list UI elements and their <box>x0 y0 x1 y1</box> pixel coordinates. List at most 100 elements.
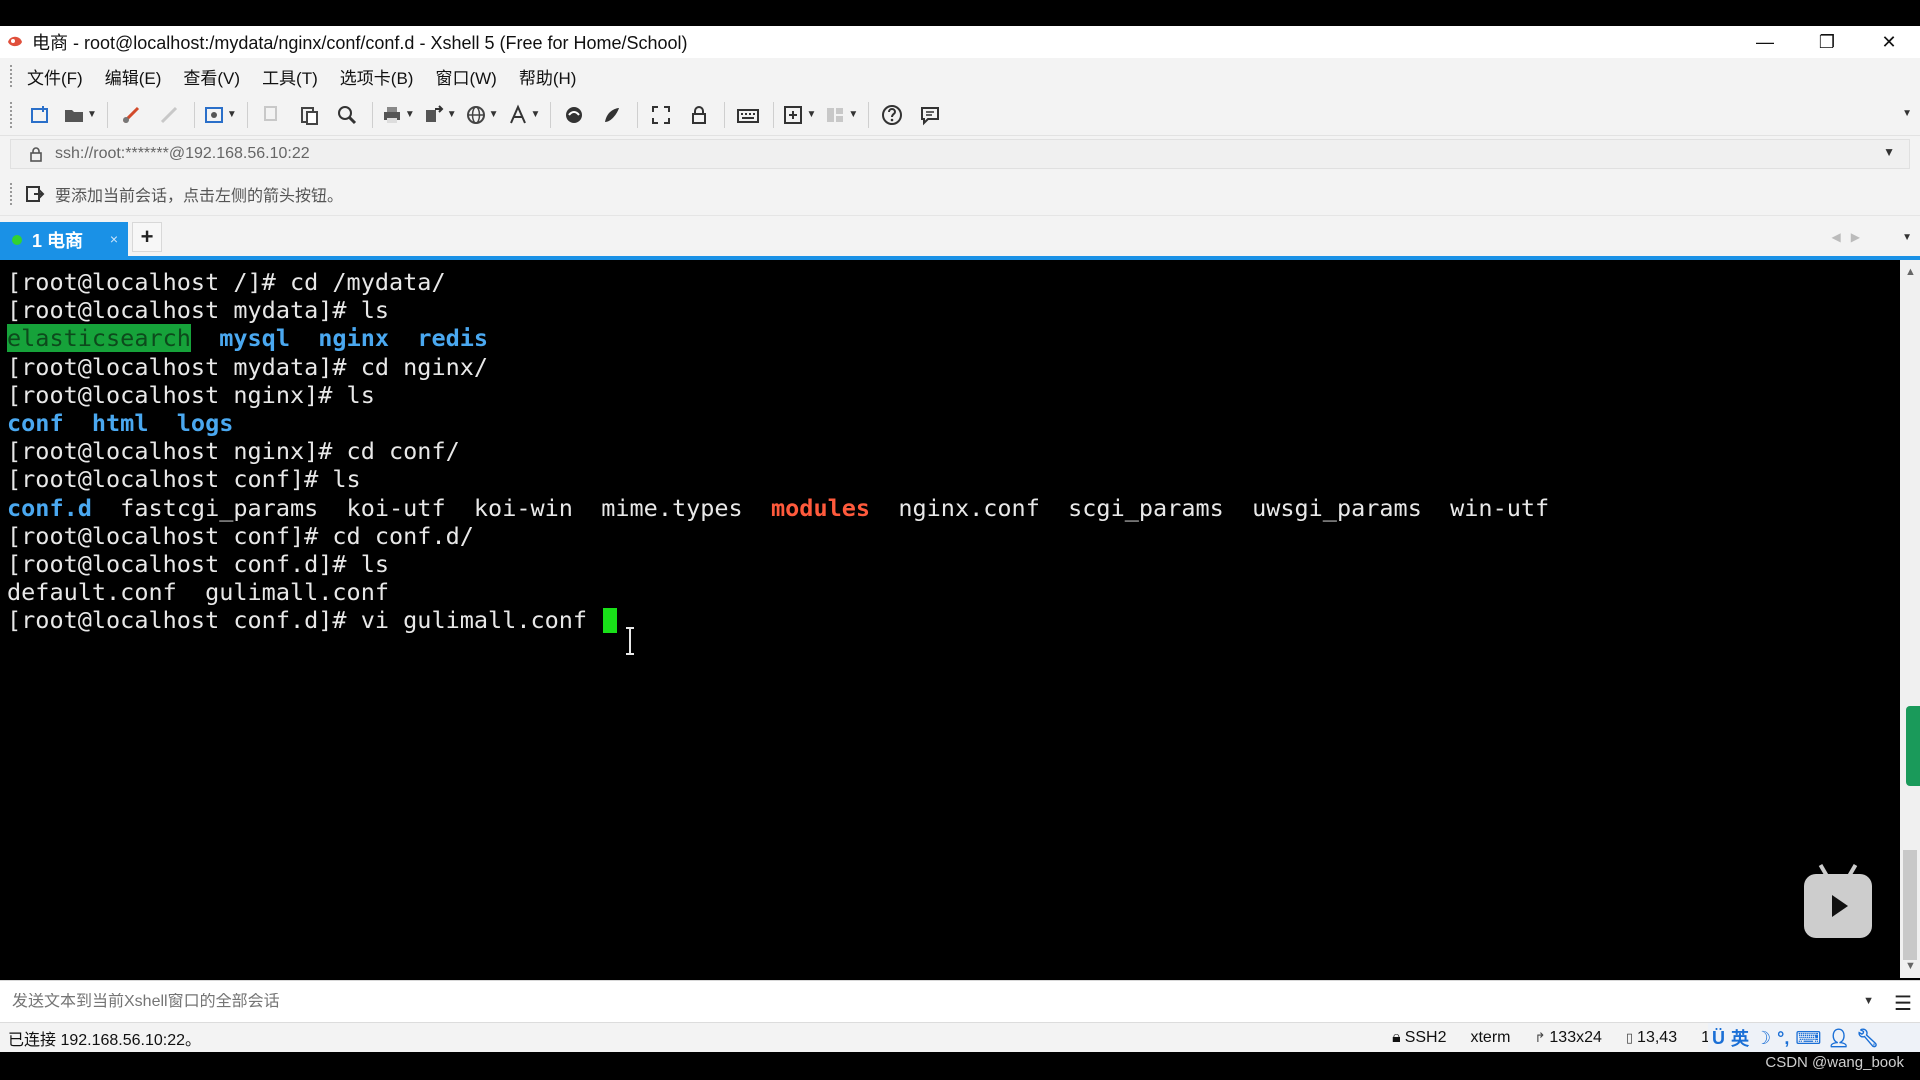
tab-menu-icon[interactable]: ▼ <box>1902 232 1912 243</box>
minimize-button[interactable]: — <box>1734 26 1796 58</box>
side-widget-handle[interactable] <box>1906 706 1920 786</box>
scroll-thumb[interactable] <box>1903 850 1917 960</box>
minimize-icon: — <box>1756 31 1774 52</box>
close-button[interactable]: ✕ <box>1858 26 1920 58</box>
resize-icon: ↱ <box>1534 1030 1546 1045</box>
open-button[interactable]: ▼ <box>63 100 97 130</box>
terminal-text: [root@localhost nginx]# ls <box>7 380 375 409</box>
menu-tools[interactable]: 工具(T) <box>262 64 318 89</box>
terminal-text: [root@localhost mydata]# ls <box>7 296 390 325</box>
toolbar-separator <box>868 101 870 128</box>
open-caret-icon: ▼ <box>87 109 97 120</box>
terminal-text: nginx <box>318 324 390 353</box>
fullscreen-button[interactable] <box>646 100 676 130</box>
terminal-line: [root@localhost /]# cd /mydata/ <box>7 268 1900 296</box>
terminal-line: [root@localhost nginx]# ls <box>7 381 1900 409</box>
session-grip <box>10 182 13 205</box>
bottom-border <box>0 1052 1920 1080</box>
ime-language[interactable]: 英 <box>1731 1025 1749 1051</box>
terminal-text: [root@localhost conf.d]# ls <box>7 549 390 578</box>
address-dropdown-icon[interactable]: ▼ <box>1883 145 1895 159</box>
terminal-line: [root@localhost conf.d]# ls <box>7 550 1900 578</box>
keyboard-icon[interactable]: ⌨ <box>1795 1028 1821 1049</box>
wrench-icon[interactable]: 🔧︎ <box>1856 1028 1879 1049</box>
layout-button[interactable]: ▼ <box>824 100 858 130</box>
transfer-caret-icon: ▼ <box>446 109 457 120</box>
xmanager-button[interactable] <box>597 100 627 130</box>
terminal-text: logs <box>176 408 234 437</box>
user-icon[interactable]: 👤︎ <box>1827 1028 1850 1049</box>
ime-u-icon[interactable]: Ü <box>1712 1028 1725 1049</box>
menu-window[interactable]: 窗口(W) <box>435 64 496 89</box>
properties-button[interactable]: ▼ <box>203 100 237 130</box>
position-value: 13,43 <box>1637 1029 1678 1046</box>
menu-view[interactable]: 查看(V) <box>183 64 240 89</box>
lock-icon <box>29 146 43 162</box>
terminal-type: xterm <box>1470 1029 1511 1046</box>
terminal-line: conf html logs <box>7 409 1900 437</box>
add-session-arrow-icon[interactable] <box>25 184 45 204</box>
tab-scroll-arrows-icon[interactable]: ◀▶ <box>1832 230 1870 244</box>
terminal-text: default.conf gulimall.conf <box>7 578 390 607</box>
layout-icon <box>824 104 846 126</box>
help-icon <box>881 104 903 126</box>
compose-caret-icon: ▼ <box>806 109 817 120</box>
session-bar: 要添加当前会话，点击左侧的箭头按钮。 <box>0 172 1920 216</box>
menu-grip <box>10 65 13 87</box>
punctuation-icon[interactable]: °, <box>1777 1028 1789 1049</box>
ime-tray[interactable]: Ü 英 ☽ °, ⌨ 👤︎ 🔧︎ <box>1708 1023 1920 1053</box>
menu-help[interactable]: 帮助(H) <box>519 64 577 89</box>
paste-button[interactable] <box>294 100 324 130</box>
menu-file[interactable]: 文件(F) <box>27 64 83 89</box>
copy-button[interactable] <box>256 100 286 130</box>
globe-button[interactable]: ▼ <box>465 100 499 130</box>
terminal-text: nginx.conf scgi_params uwsgi_params win-… <box>870 493 1550 522</box>
print-button[interactable]: ▼ <box>381 100 415 130</box>
menu-edit[interactable]: 编辑(E) <box>105 64 162 89</box>
terminal-line: [root@localhost mydata]# cd nginx/ <box>7 353 1900 381</box>
connect-button[interactable] <box>116 100 146 130</box>
transfer-button[interactable]: ▼ <box>423 100 457 130</box>
chat-button[interactable] <box>915 100 945 130</box>
address-field[interactable]: ssh://root:*******@192.168.56.10:22 ▼ <box>10 139 1910 169</box>
menu-tabs[interactable]: 选项卡(B) <box>340 64 414 89</box>
keyboard-button[interactable] <box>733 100 763 130</box>
restore-button[interactable]: ❐ <box>1796 26 1858 58</box>
new-tab-button[interactable]: + <box>132 222 162 252</box>
compose-button[interactable]: ▼ <box>782 100 816 130</box>
send-dropdown-icon[interactable]: ▼ <box>1863 995 1874 1007</box>
terminal-output[interactable]: [root@localhost /]# cd /mydata/[root@loc… <box>0 260 1900 978</box>
terminal-text: html <box>91 408 149 437</box>
scroll-up-icon[interactable]: ▲ <box>1905 266 1916 278</box>
new-session-icon <box>29 104 51 126</box>
terminal-scrollbar[interactable]: ▲ ▼ <box>1900 260 1920 978</box>
new-session-button[interactable] <box>25 100 55 130</box>
keyboard-icon <box>736 104 760 126</box>
toolbar-separator <box>773 101 775 128</box>
xftp-button[interactable] <box>559 100 589 130</box>
toolbar-separator <box>193 101 195 128</box>
moon-icon[interactable]: ☽ <box>1755 1028 1771 1049</box>
terminal-text: conf.d <box>7 493 92 522</box>
lock-button[interactable] <box>684 100 714 130</box>
disconnect-button[interactable] <box>154 100 184 130</box>
tab-session-1[interactable]: 1 电商 × <box>0 222 128 258</box>
terminal-text: [root@localhost conf]# ls <box>7 465 361 494</box>
toolbar-overflow-icon[interactable]: ▼ <box>1902 108 1912 119</box>
find-button[interactable] <box>332 100 362 130</box>
window-title: 电商 - root@localhost:/mydata/nginx/conf/c… <box>32 33 688 53</box>
send-text-input[interactable] <box>12 992 1812 1011</box>
help-button[interactable] <box>877 100 907 130</box>
find-icon <box>336 104 358 126</box>
connect-icon <box>120 104 142 126</box>
hamburger-menu-icon[interactable]: ☰ <box>1894 991 1912 1016</box>
font-button[interactable]: ▼ <box>507 100 540 130</box>
scroll-down-icon[interactable]: ▼ <box>1905 960 1916 972</box>
session-hint: 要添加当前会话，点击左侧的箭头按钮。 <box>55 187 344 205</box>
connection-status-dot <box>12 235 22 245</box>
terminal-line: [root@localhost conf]# ls <box>7 465 1900 493</box>
tab-close-icon[interactable]: × <box>110 231 118 247</box>
video-play-overlay[interactable] <box>1804 863 1872 938</box>
